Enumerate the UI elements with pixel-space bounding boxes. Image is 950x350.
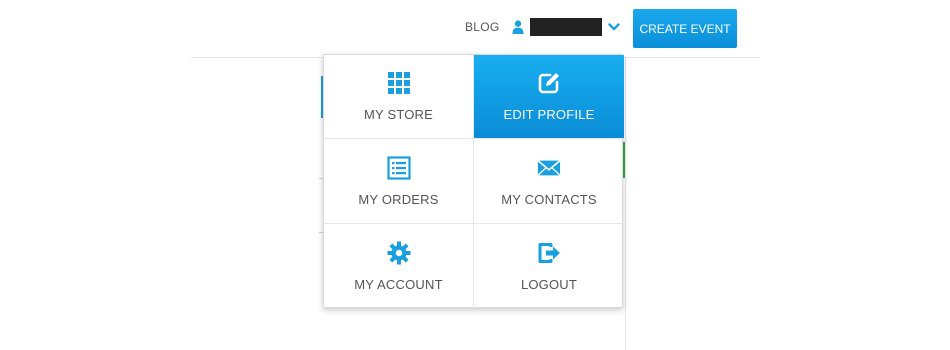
edit-icon [538, 73, 559, 94]
menu-item-label: MY STORE [363, 107, 434, 122]
background-divider [625, 58, 626, 350]
chevron-down-icon [608, 23, 620, 31]
list-icon [386, 155, 411, 180]
user-dropdown-menu: MY STORE EDIT PROFILE MY ORDERS MY CONTA… [323, 54, 624, 309]
menu-item-label: MY ACCOUNT [354, 277, 443, 292]
user-menu-toggle[interactable] [512, 18, 620, 36]
gear-icon [387, 241, 410, 265]
menu-item-my-account[interactable]: MY ACCOUNT [324, 224, 474, 309]
user-icon [512, 20, 524, 34]
menu-item-my-store[interactable]: MY STORE [324, 55, 474, 139]
create-event-button[interactable]: CREATE EVENT [633, 9, 737, 48]
page: BLOG CREATE EVENT MY STORE EDIT PROFILE … [0, 0, 950, 350]
menu-item-my-orders[interactable]: MY ORDERS [324, 139, 474, 224]
logout-icon [538, 243, 560, 263]
menu-item-logout[interactable]: LOGOUT [474, 224, 624, 309]
menu-item-edit-profile[interactable]: EDIT PROFILE [474, 55, 624, 139]
envelope-icon [537, 159, 561, 176]
user-name-redacted [530, 18, 602, 36]
menu-item-label: LOGOUT [520, 277, 578, 292]
menu-item-label: EDIT PROFILE [503, 107, 595, 122]
menu-item-my-contacts[interactable]: MY CONTACTS [474, 139, 624, 224]
grid-icon [387, 72, 410, 94]
menu-item-label: MY ORDERS [358, 191, 439, 207]
menu-item-label: MY CONTACTS [501, 191, 597, 207]
nav-blog-link[interactable]: BLOG [465, 20, 500, 34]
